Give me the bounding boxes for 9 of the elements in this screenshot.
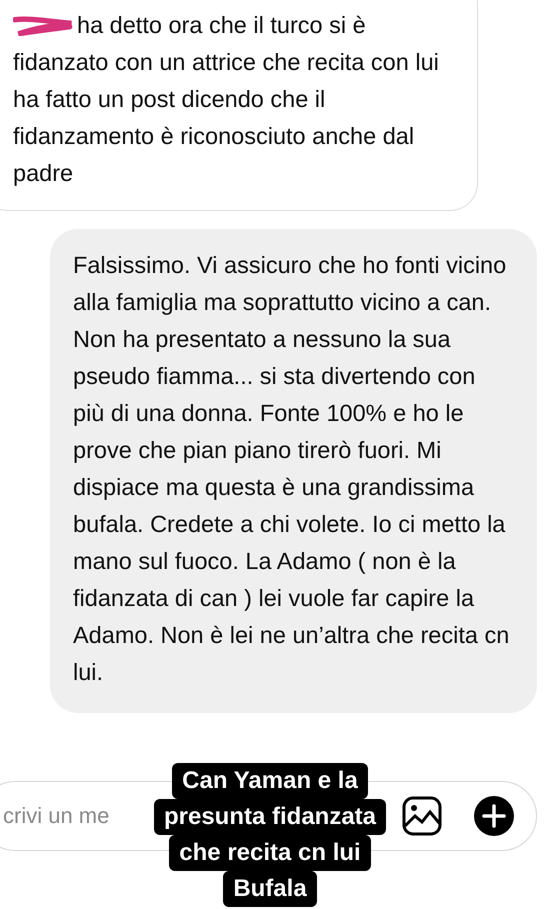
caption-text: Bufala: [223, 871, 317, 907]
image-icon[interactable]: [402, 796, 442, 836]
message-text: Falsissimo. Vi assicuro che ho fonti vicino alla famiglia ma soprattutto vicino a can. Non ha presentato a nessuno la sua pseudo fiamma... si sta divertendo con più di una donna. Fonte 100% e ho le prove che pian piano tirerò fuori. Mi dispiace ma questa è una grandissima bufala. Credete a chi volete. Io ci metto la mano sul fuoco. La Adamo ( non è la fidanzata di can ) lei vuole far capire la Adamo. Non è lei ne un’altra che recita cn lui.: [73, 251, 510, 687]
caption-text: Can Yaman e la: [172, 763, 368, 799]
caption-text: che recita cn lui: [169, 835, 371, 871]
message-field[interactable]: crivi un me: [3, 803, 121, 829]
caption-text: presunta fidanzata: [154, 799, 386, 835]
message-text: ha detto ora che il turco si è fidanzato con un attrice che recita con lui ha fatto un post dicendo che il fidanzamento è riconosciuto anche dal padre: [13, 11, 440, 188]
add-icon[interactable]: [474, 796, 514, 836]
